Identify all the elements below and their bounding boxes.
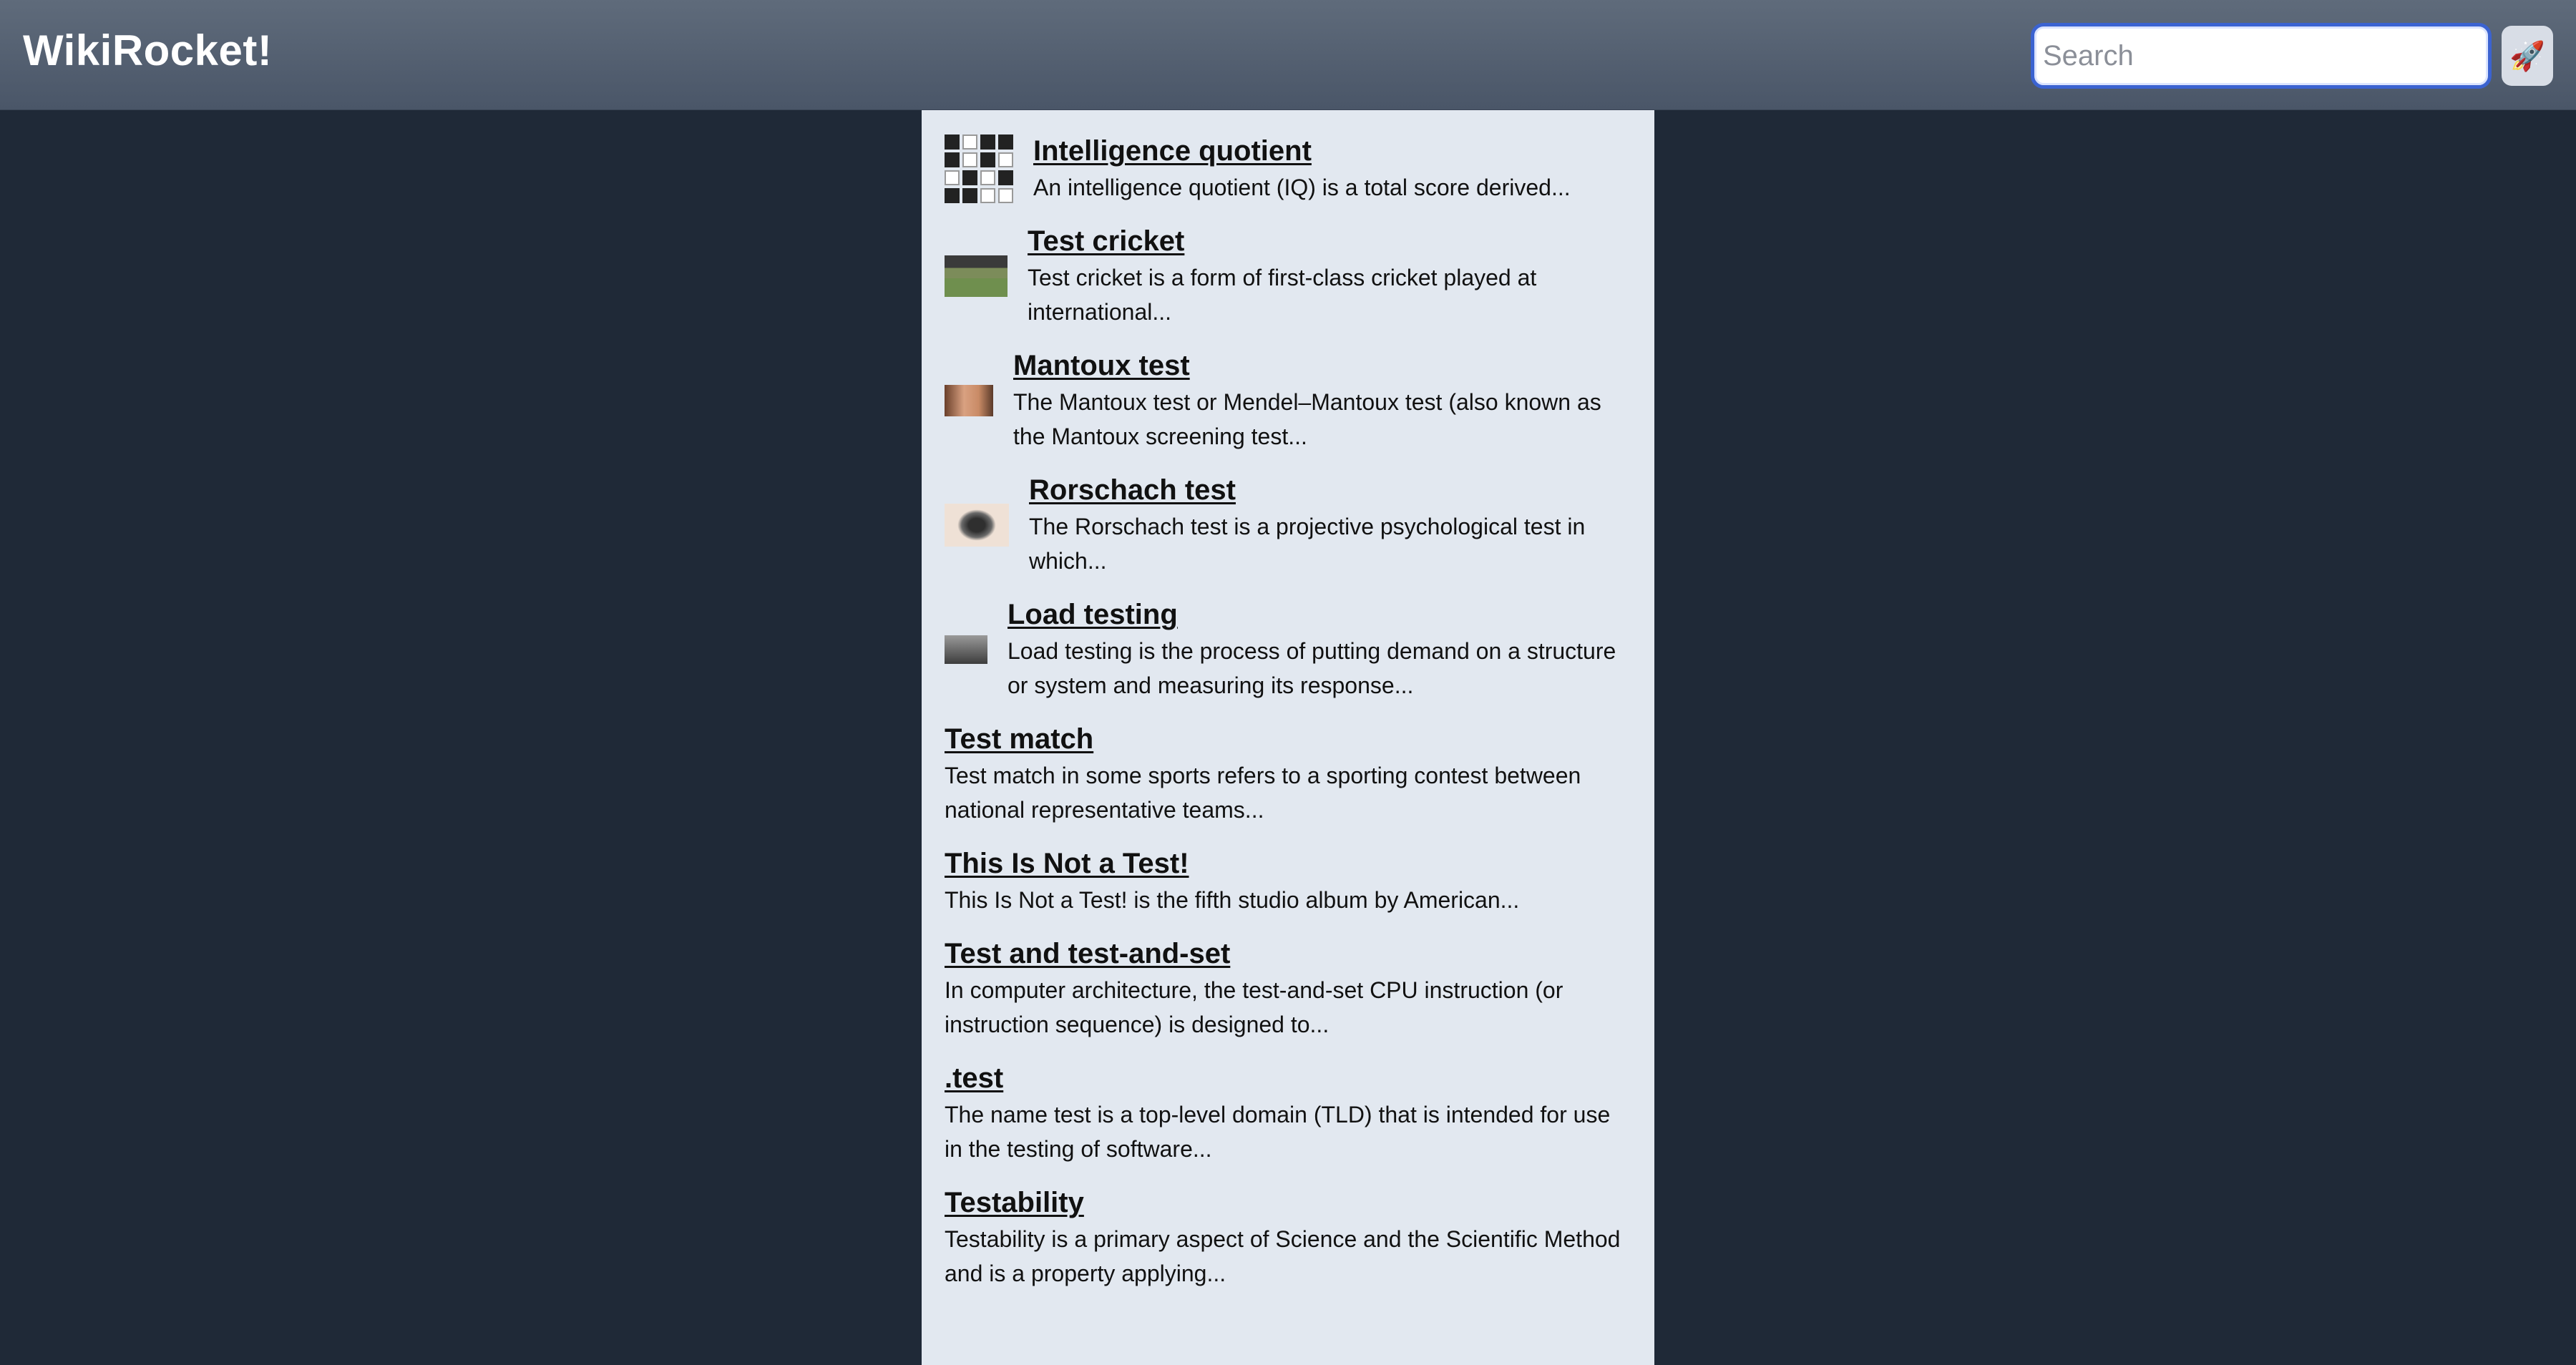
- list-item: Test cricket Test cricket is a form of f…: [945, 223, 1631, 329]
- result-title-link[interactable]: Test match: [945, 721, 1631, 757]
- list-item: Testability Testability is a primary asp…: [945, 1185, 1631, 1291]
- arm-injection-thumbnail[interactable]: [945, 385, 993, 416]
- result-title-link[interactable]: This Is Not a Test!: [945, 846, 1631, 881]
- search-input[interactable]: [2041, 32, 2474, 79]
- iq-test-pattern-thumbnail[interactable]: [945, 134, 1013, 203]
- list-item: .test The name test is a top-level domai…: [945, 1060, 1631, 1166]
- list-item: Test and test-and-set In computer archit…: [945, 936, 1631, 1042]
- search-results: Intelligence quotient An intelligence qu…: [922, 110, 1654, 1365]
- result-snippet: This Is Not a Test! is the fifth studio …: [945, 887, 1520, 913]
- result-title-link[interactable]: Load testing: [1008, 597, 1631, 632]
- result-snippet: Test match in some sports refers to a sp…: [945, 763, 1581, 823]
- result-title-link[interactable]: Testability: [945, 1185, 1631, 1220]
- result-title-link[interactable]: Mantoux test: [1013, 348, 1631, 383]
- result-title-link[interactable]: Test and test-and-set: [945, 936, 1631, 972]
- result-snippet: The name test is a top-level domain (TLD…: [945, 1102, 1611, 1162]
- result-snippet: An intelligence quotient (IQ) is a total…: [1033, 175, 1571, 200]
- result-snippet: Test cricket is a form of first-class cr…: [1028, 265, 1537, 325]
- result-snippet: In computer architecture, the test-and-s…: [945, 977, 1563, 1037]
- app-logo[interactable]: WikiRocket!: [23, 26, 272, 75]
- cricket-ground-thumbnail[interactable]: [945, 255, 1008, 297]
- list-item: Test match Test match in some sports ref…: [945, 721, 1631, 827]
- top-bar: WikiRocket! 🚀: [0, 0, 2576, 110]
- result-title-link[interactable]: .test: [945, 1060, 1631, 1096]
- bridge-photo-thumbnail[interactable]: [945, 635, 987, 664]
- result-title-link[interactable]: Intelligence quotient: [1033, 133, 1631, 169]
- result-snippet: Load testing is the process of putting d…: [1008, 638, 1616, 698]
- list-item: Load testing Load testing is the process…: [945, 597, 1631, 703]
- list-item: Mantoux test The Mantoux test or Mendel–…: [945, 348, 1631, 454]
- inkblot-thumbnail[interactable]: [945, 504, 1009, 547]
- list-item: Rorschach test The Rorschach test is a p…: [945, 472, 1631, 578]
- search-box[interactable]: [2031, 23, 2492, 89]
- list-item: This Is Not a Test! This Is Not a Test! …: [945, 846, 1631, 917]
- result-title-link[interactable]: Rorschach test: [1029, 472, 1631, 508]
- result-snippet: Testability is a primary aspect of Scien…: [945, 1226, 1621, 1286]
- result-snippet: The Rorschach test is a projective psych…: [1029, 514, 1586, 574]
- result-snippet: The Mantoux test or Mendel–Mantoux test …: [1013, 389, 1601, 449]
- result-title-link[interactable]: Test cricket: [1028, 223, 1631, 259]
- search-button[interactable]: 🚀: [2502, 26, 2553, 86]
- rocket-icon: 🚀: [2509, 40, 2545, 72]
- list-item: Intelligence quotient An intelligence qu…: [945, 133, 1631, 205]
